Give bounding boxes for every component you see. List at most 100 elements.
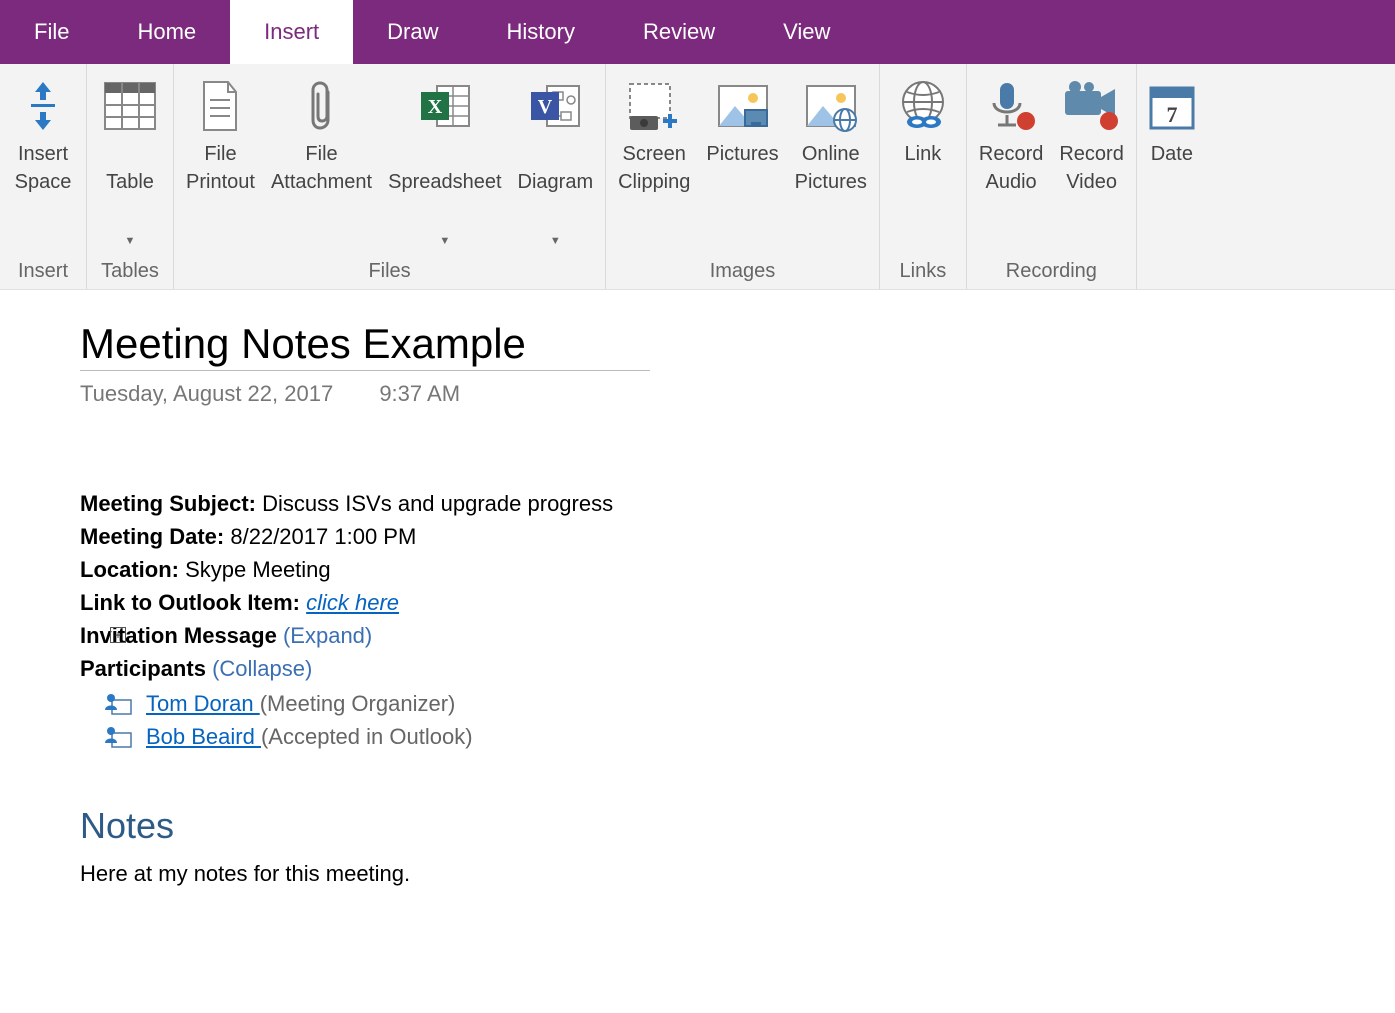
ribbon-group-links: Link Links bbox=[880, 64, 967, 289]
ribbon-label: Record Audio bbox=[979, 140, 1043, 196]
outlook-link[interactable]: click here bbox=[306, 590, 399, 615]
pictures-icon bbox=[715, 76, 771, 136]
participant-name-link[interactable]: Bob Beaird bbox=[146, 724, 261, 749]
diagram-button[interactable]: V Diagram ▼ bbox=[510, 70, 602, 256]
notes-body-text[interactable]: Here at my notes for this meeting. bbox=[80, 857, 1395, 890]
table-button[interactable]: Table ▼ bbox=[91, 70, 169, 256]
record-audio-button[interactable]: Record Audio bbox=[971, 70, 1051, 256]
meeting-date-value: 8/22/2017 1:00 PM bbox=[230, 524, 416, 549]
tab-review[interactable]: Review bbox=[609, 0, 749, 64]
ribbon-group-recording: Record Audio Record Video Recording bbox=[967, 64, 1137, 289]
meeting-date-label: Meeting Date: bbox=[80, 524, 224, 549]
outlook-link-row: Link to Outlook Item: click here bbox=[80, 586, 1395, 619]
chevron-down-icon: ▼ bbox=[550, 235, 561, 247]
screen-clipping-button[interactable]: Screen Clipping bbox=[610, 70, 698, 256]
ribbon-group-tables: Table ▼ Tables bbox=[87, 64, 174, 289]
calendar-icon: 7 bbox=[1149, 76, 1195, 136]
participant-name-link[interactable]: Tom Doran bbox=[146, 691, 260, 716]
participant-item: Tom Doran (Meeting Organizer) bbox=[104, 687, 1395, 720]
group-label-links: Links bbox=[880, 256, 966, 289]
online-pictures-button[interactable]: Online Pictures bbox=[787, 70, 875, 256]
microphone-icon bbox=[986, 76, 1036, 136]
ribbon-group-insert: Insert Space Insert bbox=[0, 64, 87, 289]
tab-history[interactable]: History bbox=[473, 0, 609, 64]
tab-home[interactable]: Home bbox=[103, 0, 230, 64]
link-button[interactable]: Link bbox=[884, 70, 962, 256]
ribbon-label: Online Pictures bbox=[795, 140, 867, 196]
screen-clipping-icon bbox=[626, 76, 682, 136]
group-label-empty bbox=[1137, 256, 1207, 289]
group-label-recording: Recording bbox=[967, 256, 1136, 289]
ribbon-group-timestamp: 7 Date bbox=[1137, 64, 1207, 289]
paperclip-icon bbox=[309, 76, 335, 136]
location-value: Skype Meeting bbox=[185, 557, 331, 582]
video-camera-icon bbox=[1063, 76, 1121, 136]
page-timestamp: Tuesday, August 22, 2017 9:37 AM bbox=[80, 381, 1395, 407]
participant-note: (Accepted in Outlook) bbox=[261, 724, 473, 749]
ribbon-label: Record Video bbox=[1059, 140, 1123, 196]
file-printout-icon bbox=[200, 76, 240, 136]
meeting-location-row: Location: Skype Meeting bbox=[80, 553, 1395, 586]
file-printout-button[interactable]: File Printout bbox=[178, 70, 263, 256]
ribbon-group-images: Screen Clipping Pictures bbox=[606, 64, 880, 289]
ribbon-label: File Attachment bbox=[271, 140, 372, 196]
ribbon-label: Spreadsheet ▼ bbox=[388, 140, 501, 252]
ribbon-label: Link bbox=[905, 140, 942, 196]
ribbon-label: Insert Space bbox=[15, 140, 72, 196]
ribbon: Insert Space Insert Table bbox=[0, 64, 1395, 290]
note-body[interactable]: Meeting Subject: Discuss ISVs and upgrad… bbox=[80, 487, 1395, 890]
chevron-down-icon: ▼ bbox=[125, 235, 136, 247]
tab-insert[interactable]: Insert bbox=[230, 0, 353, 64]
insert-space-icon bbox=[23, 76, 63, 136]
pictures-button[interactable]: Pictures bbox=[698, 70, 786, 256]
ribbon-group-files: File Printout File Attachment bbox=[174, 64, 606, 289]
participants-list: Tom Doran (Meeting Organizer) Bob Beaird… bbox=[80, 687, 1395, 753]
outlook-link-label: Link to Outlook Item: bbox=[80, 590, 300, 615]
excel-icon: X bbox=[419, 76, 471, 136]
record-video-button[interactable]: Record Video bbox=[1051, 70, 1131, 256]
date-button[interactable]: 7 Date bbox=[1141, 70, 1203, 256]
page-time: 9:37 AM bbox=[379, 381, 460, 406]
page-title[interactable]: Meeting Notes Example bbox=[80, 320, 650, 371]
participant-note: (Meeting Organizer) bbox=[260, 691, 456, 716]
ribbon-label: Table ▼ bbox=[106, 140, 154, 252]
group-label-images: Images bbox=[606, 256, 879, 289]
group-label-files: Files bbox=[174, 256, 605, 289]
tab-view[interactable]: View bbox=[749, 0, 864, 64]
person-card-icon bbox=[104, 692, 132, 716]
participants-collapse-link[interactable]: (Collapse) bbox=[212, 656, 312, 681]
ribbon-label: Pictures bbox=[706, 140, 778, 196]
page-date: Tuesday, August 22, 2017 bbox=[80, 381, 333, 406]
ribbon-label: Screen Clipping bbox=[618, 140, 690, 196]
meeting-date-row: Meeting Date: 8/22/2017 1:00 PM bbox=[80, 520, 1395, 553]
meeting-subject-text: Discuss ISVs and upgrade progress bbox=[262, 491, 613, 516]
globe-link-icon bbox=[895, 76, 951, 136]
file-attachment-button[interactable]: File Attachment bbox=[263, 70, 380, 256]
group-label-insert: Insert bbox=[0, 256, 86, 289]
ribbon-label: Diagram ▼ bbox=[518, 140, 594, 252]
tab-draw[interactable]: Draw bbox=[353, 0, 472, 64]
person-card-icon bbox=[104, 725, 132, 749]
table-icon bbox=[104, 76, 156, 136]
online-pictures-icon bbox=[803, 76, 859, 136]
participants-label: Participants bbox=[80, 656, 206, 681]
expand-toggle-icon[interactable]: + bbox=[110, 627, 126, 643]
notes-heading: Notes bbox=[80, 799, 1395, 853]
meeting-subject-label: Meeting Subject: bbox=[80, 491, 256, 516]
group-label-tables: Tables bbox=[87, 256, 173, 289]
participants-row: Participants (Collapse) bbox=[80, 652, 1395, 685]
note-page[interactable]: Meeting Notes Example Tuesday, August 22… bbox=[0, 290, 1395, 890]
visio-icon: V bbox=[529, 76, 581, 136]
tab-file[interactable]: File bbox=[0, 0, 103, 64]
svg-text:X: X bbox=[428, 96, 443, 118]
ribbon-label: Date bbox=[1151, 140, 1193, 196]
menu-tab-row: File Home Insert Draw History Review Vie… bbox=[0, 0, 1395, 64]
insert-space-button[interactable]: Insert Space bbox=[4, 70, 82, 256]
location-label: Location: bbox=[80, 557, 179, 582]
ribbon-label: File Printout bbox=[186, 140, 255, 196]
meeting-subject-row: Meeting Subject: Discuss ISVs and upgrad… bbox=[80, 487, 1395, 520]
chevron-down-icon: ▼ bbox=[439, 235, 450, 247]
spreadsheet-button[interactable]: X Spreadsheet ▼ bbox=[380, 70, 509, 256]
invitation-expand-link[interactable]: (Expand) bbox=[283, 623, 372, 648]
svg-text:7: 7 bbox=[1166, 102, 1177, 127]
